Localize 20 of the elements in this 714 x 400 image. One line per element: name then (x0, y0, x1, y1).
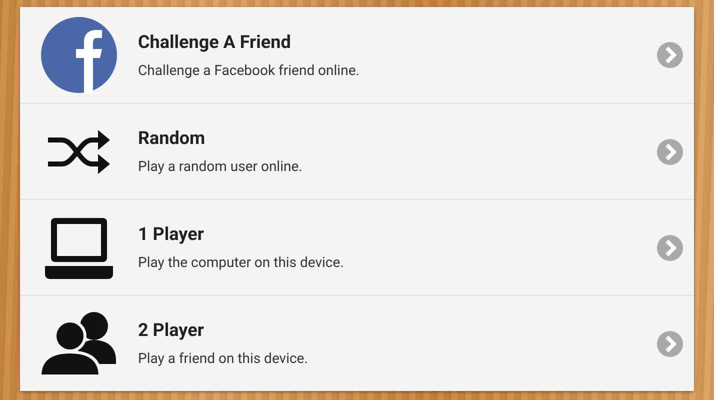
menu-option[interactable]: Challenge A Friend Challenge a Facebook friend online. (20, 7, 694, 103)
option-title: Challenge A Friend (138, 32, 292, 52)
option-title: 2 Player (138, 320, 205, 341)
option-description: Play the computer on this device. (138, 255, 345, 271)
option-title: Random (138, 128, 206, 149)
laptop-icon (45, 216, 113, 280)
option-title: 1 Player (138, 224, 205, 245)
menu-option[interactable]: 1 Player Play the computer on this device. (20, 199, 694, 295)
shuffle-icon (46, 128, 112, 176)
social-logo-icon (40, 16, 118, 94)
option-description: Challenge a Facebook friend online. (138, 62, 360, 78)
menu-option[interactable]: 2 Player Play a friend on this device. (20, 295, 694, 391)
people-icon (40, 310, 118, 378)
option-description: Play a friend on this device. (138, 351, 309, 367)
menu-option[interactable]: Random Play a random user online. (20, 103, 694, 199)
option-description: Play a random user online. (138, 159, 304, 175)
chevron-right-icon[interactable] (656, 41, 684, 69)
chevron-right-icon[interactable] (656, 330, 684, 358)
chevron-right-icon[interactable] (656, 234, 684, 262)
chevron-right-icon[interactable] (656, 138, 684, 166)
